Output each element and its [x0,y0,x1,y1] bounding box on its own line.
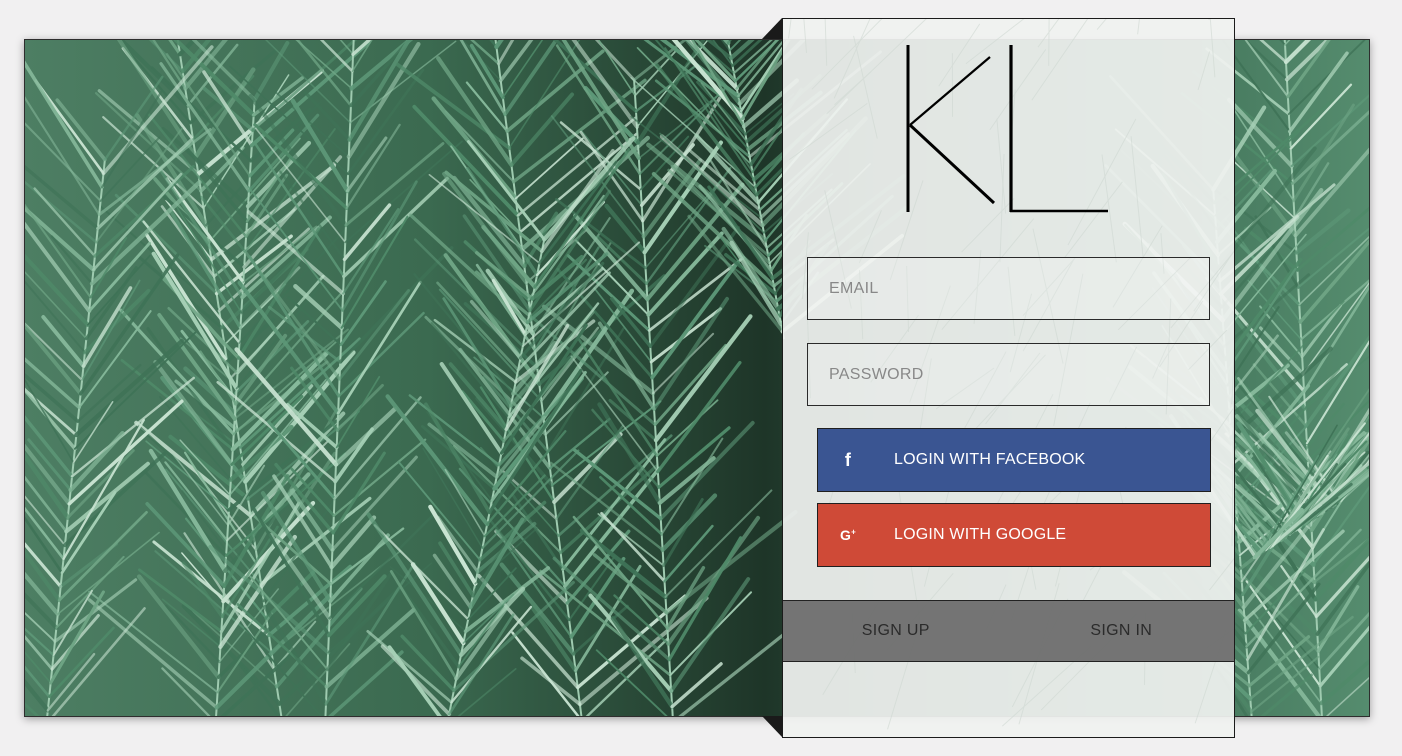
password-placeholder: PASSWORD [829,365,924,383]
auth-tabs: SIGN UP SIGN IN [783,600,1234,662]
password-field[interactable]: PASSWORD [807,343,1210,406]
login-with-facebook-button[interactable]: f LOGIN WITH FACEBOOK [817,428,1211,492]
tab-sign-up[interactable]: SIGN UP [783,601,1009,661]
ribbon-fold-bottom [762,716,782,737]
facebook-icon: f [844,449,852,470]
google-button-label: LOGIN WITH GOOGLE [894,526,1067,543]
facebook-button-label: LOGIN WITH FACEBOOK [894,451,1086,468]
tab-sign-in-label: SIGN IN [1090,622,1153,639]
tab-sign-in[interactable]: SIGN IN [1009,601,1235,661]
ribbon-fold-top [762,18,782,39]
kl-logo: KL [906,45,1108,213]
tab-sign-up-label: SIGN UP [861,622,930,639]
email-placeholder: EMAIL [829,279,879,297]
google-plus-icon: G+ [840,527,856,543]
login-card: KL EMAIL PASSWORD f LOGIN WITH FACEBOOK … [782,18,1235,738]
login-with-google-button[interactable]: G+ LOGIN WITH GOOGLE [817,503,1211,567]
email-field[interactable]: EMAIL [807,257,1210,320]
